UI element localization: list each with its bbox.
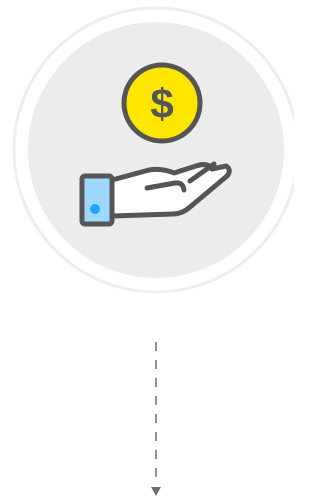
dollar-coin-icon: $ bbox=[121, 62, 203, 144]
sleeve-cuff-icon bbox=[79, 173, 115, 227]
hand-coin-illustration: $ bbox=[12, 6, 294, 496]
dashed-arrow-down-icon bbox=[151, 342, 161, 496]
cuff-button bbox=[90, 204, 100, 214]
inner-circle bbox=[28, 22, 284, 278]
dollar-sign: $ bbox=[150, 80, 173, 127]
